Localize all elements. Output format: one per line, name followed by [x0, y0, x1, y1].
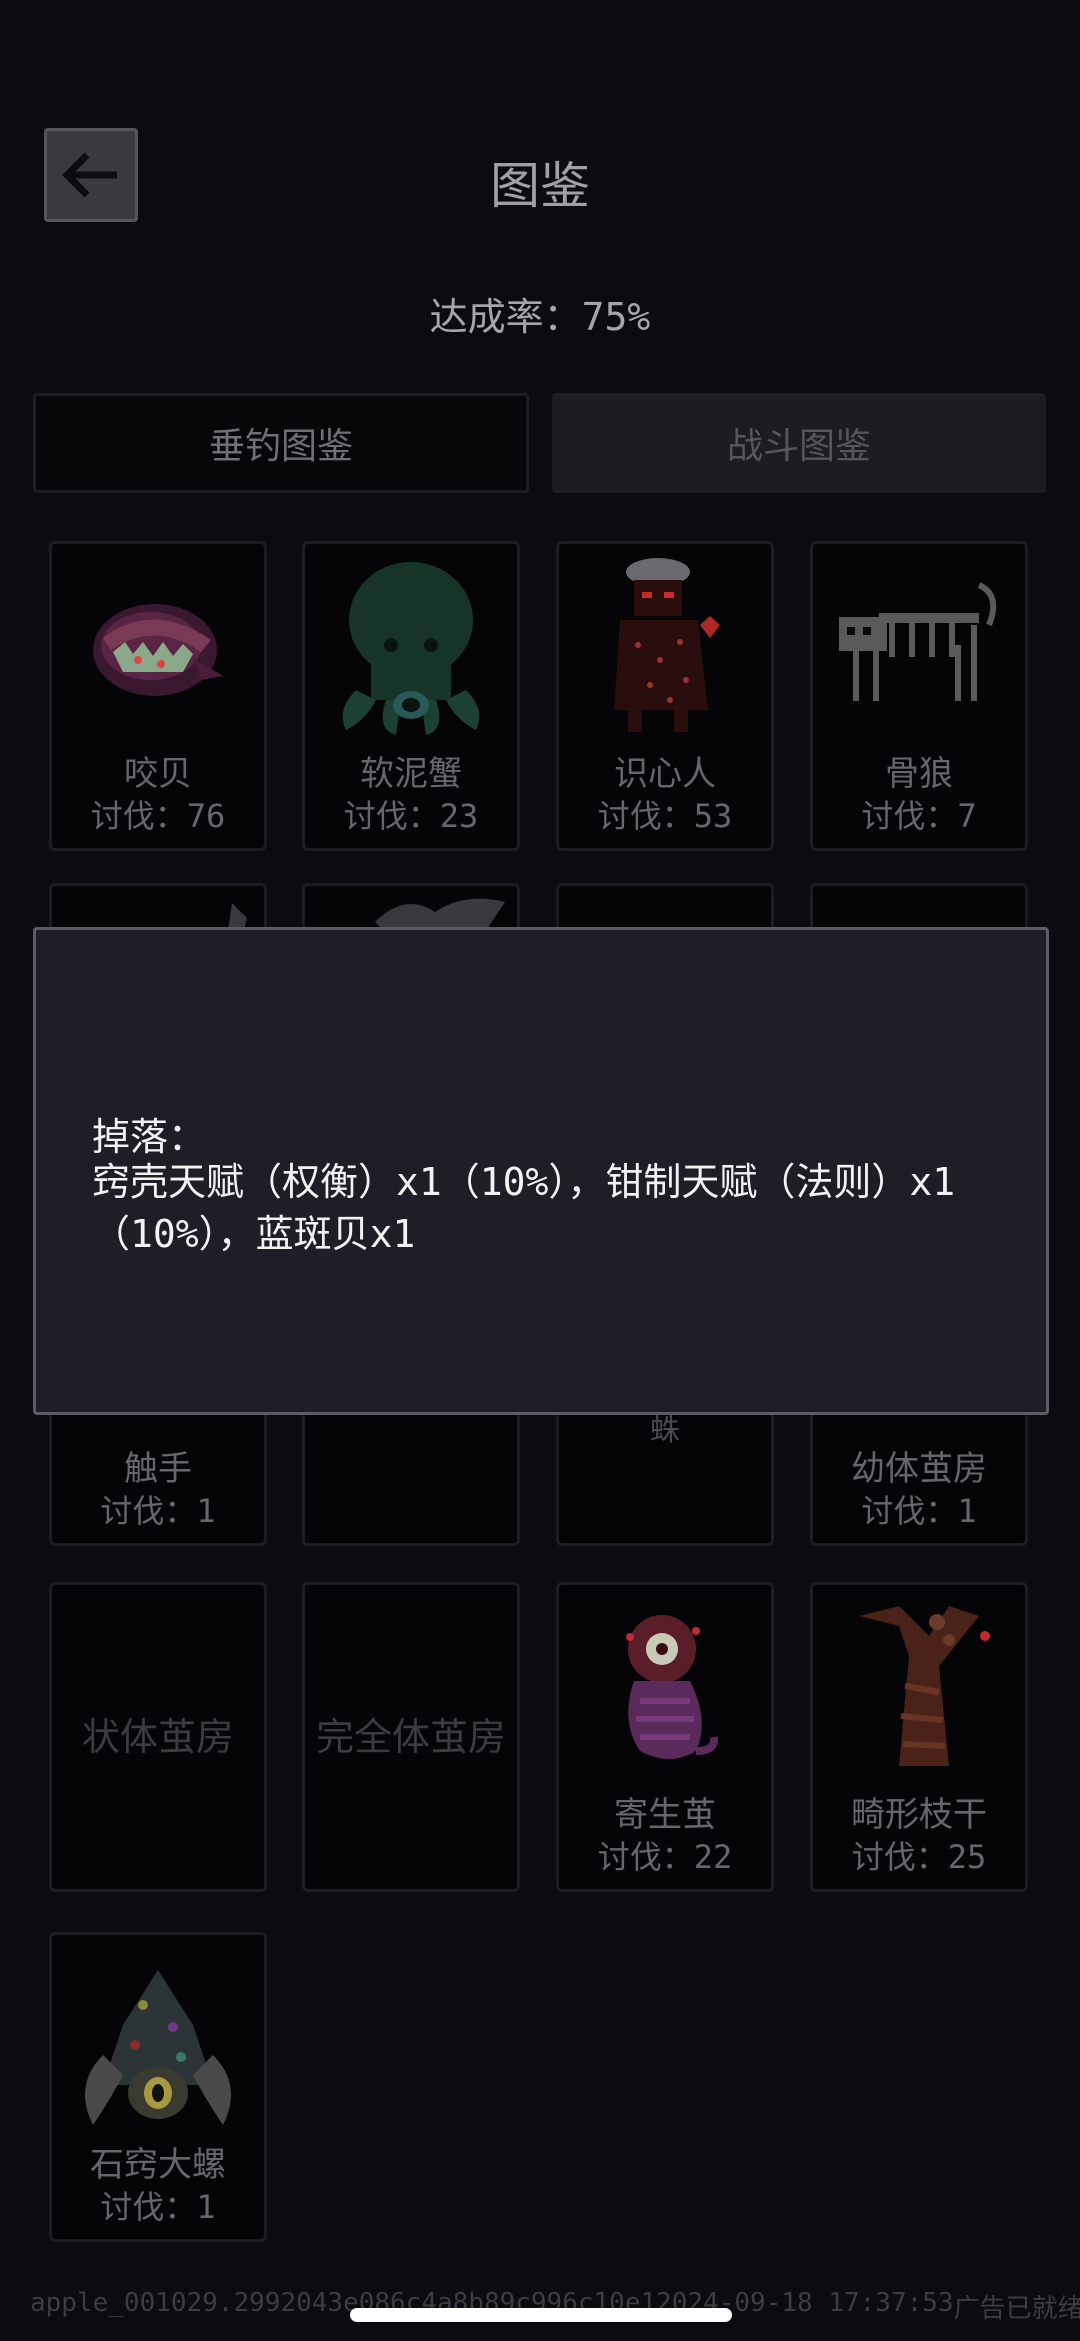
ad-status: 广告已就绪 [953, 2294, 1080, 2324]
mind-reader-sprite [559, 550, 771, 740]
monster-name: 石窍大螺 [90, 2145, 226, 2185]
home-indicator[interactable] [350, 2308, 732, 2322]
kill-count: 讨伐：1 [861, 1492, 977, 1530]
bestiary-screen: 图鉴 达成率：75% 垂钓图鉴 战斗图鉴 咬贝 讨伐：76 软泥蟹 讨伐：23 … [0, 0, 1080, 2341]
monster-sprite-fragment [375, 898, 505, 932]
kill-count: 讨伐：53 [597, 797, 733, 835]
monster-name: 幼体茧房 [851, 1449, 987, 1489]
monster-card-stone-snail[interactable]: 石窍大螺 讨伐：1 [49, 1932, 267, 2242]
slime-crab-sprite [305, 550, 517, 740]
monster-card-locked[interactable]: 完全体茧房 [302, 1582, 520, 1892]
monster-name: 咬贝 [124, 754, 192, 794]
monster-card-biting-clam[interactable]: 咬贝 讨伐：76 [49, 541, 267, 851]
monster-name: 畸形枝干 [851, 1795, 987, 1835]
drop-label: 掉落： [92, 1115, 207, 1159]
drop-content: 窍壳天赋（权衡）x1（10%），钳制天赋（法则）x1（10%），蓝斑贝x1 [92, 1160, 956, 1256]
tab-fishing[interactable]: 垂钓图鉴 [33, 393, 529, 493]
stone-snail-sprite [52, 1955, 264, 2145]
monster-name: 触手 [124, 1449, 192, 1489]
kill-count: 讨伐：23 [343, 797, 479, 835]
monster-card-locked[interactable]: 状体茧房 [49, 1582, 267, 1892]
tab-battle[interactable]: 战斗图鉴 [552, 393, 1046, 493]
page-title: 图鉴 [490, 157, 590, 215]
monster-name: 识心人 [614, 754, 716, 794]
monster-card-mind-reader[interactable]: 识心人 讨伐：53 [556, 541, 774, 851]
monster-card-slime-crab[interactable]: 软泥蟹 讨伐：23 [302, 541, 520, 851]
monster-card-parasite-cocoon[interactable]: 寄生茧 讨伐：22 [556, 1582, 774, 1892]
kill-count: 讨伐：22 [597, 1838, 733, 1876]
kill-count: 讨伐：7 [861, 797, 977, 835]
kill-count: 讨伐：25 [851, 1838, 987, 1876]
deformed-branch-sprite [813, 1591, 1025, 1781]
completion-rate: 达成率：75% [429, 295, 651, 339]
kill-count: 讨伐：76 [90, 797, 226, 835]
monster-name: 软泥蟹 [360, 754, 462, 794]
monster-name: 骨狼 [885, 754, 953, 794]
monster-name: 寄生茧 [614, 1795, 716, 1835]
parasite-cocoon-sprite [559, 1591, 771, 1781]
monster-name: 状体茧房 [81, 1715, 234, 1759]
kill-count: 讨伐：1 [100, 2188, 216, 2226]
monster-card-deformed-branch[interactable]: 畸形枝干 讨伐：25 [810, 1582, 1028, 1892]
bone-wolf-sprite [813, 550, 1025, 740]
monster-name: 完全体茧房 [315, 1715, 506, 1759]
drop-info-popup[interactable]: 掉落： 窍壳天赋（权衡）x1（10%），钳制天赋（法则）x1（10%），蓝斑贝x… [33, 927, 1049, 1415]
monster-card-bone-wolf[interactable]: 骨狼 讨伐：7 [810, 541, 1028, 851]
biting-clam-sprite [52, 550, 264, 740]
kill-count: 讨伐：1 [100, 1492, 216, 1530]
